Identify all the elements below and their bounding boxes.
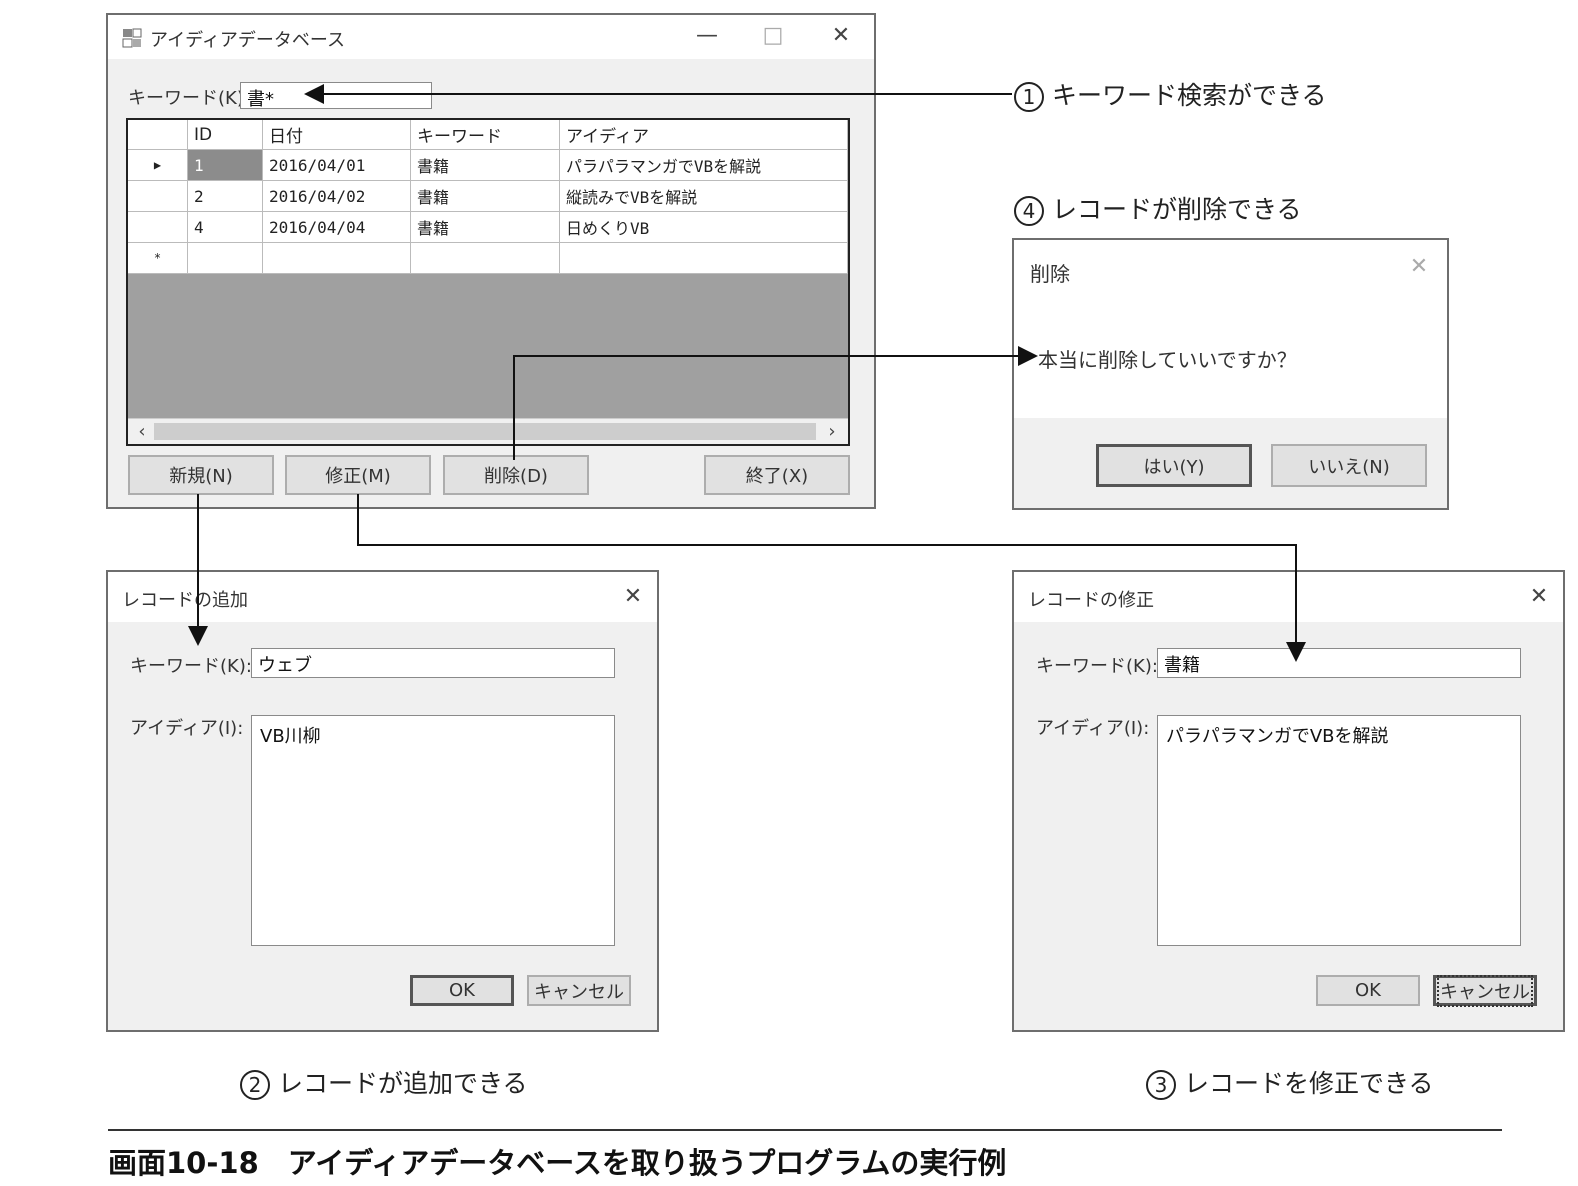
annotation-arrows (188, 84, 1306, 662)
annotation-1: 1 キーワード検索ができる (1014, 76, 1327, 112)
caption-rule (108, 1129, 1502, 1131)
annotation-2-text: レコードが追加できる (278, 1069, 528, 1098)
annotation-4: 4 レコードが削除できる (1014, 190, 1302, 226)
annotation-2-number: 2 (240, 1070, 270, 1100)
annotation-4-text: レコードが削除できる (1052, 195, 1302, 224)
annotation-3: 3 レコードを修正できる (1146, 1064, 1434, 1100)
annotation-4-number: 4 (1014, 196, 1044, 226)
figure-caption: 画面10-18 アイディアデータベースを取り扱うプログラムの実行例 (108, 1146, 1007, 1180)
annotation-2: 2 レコードが追加できる (240, 1064, 528, 1100)
arrow-delete (513, 346, 1038, 460)
annotation-1-text: キーワード検索ができる (1052, 81, 1327, 110)
arrow-edit (357, 494, 1306, 662)
annotation-1-number: 1 (1014, 82, 1044, 112)
annotation-3-number: 3 (1146, 1070, 1176, 1100)
annotation-3-text: レコードを修正できる (1184, 1069, 1434, 1098)
